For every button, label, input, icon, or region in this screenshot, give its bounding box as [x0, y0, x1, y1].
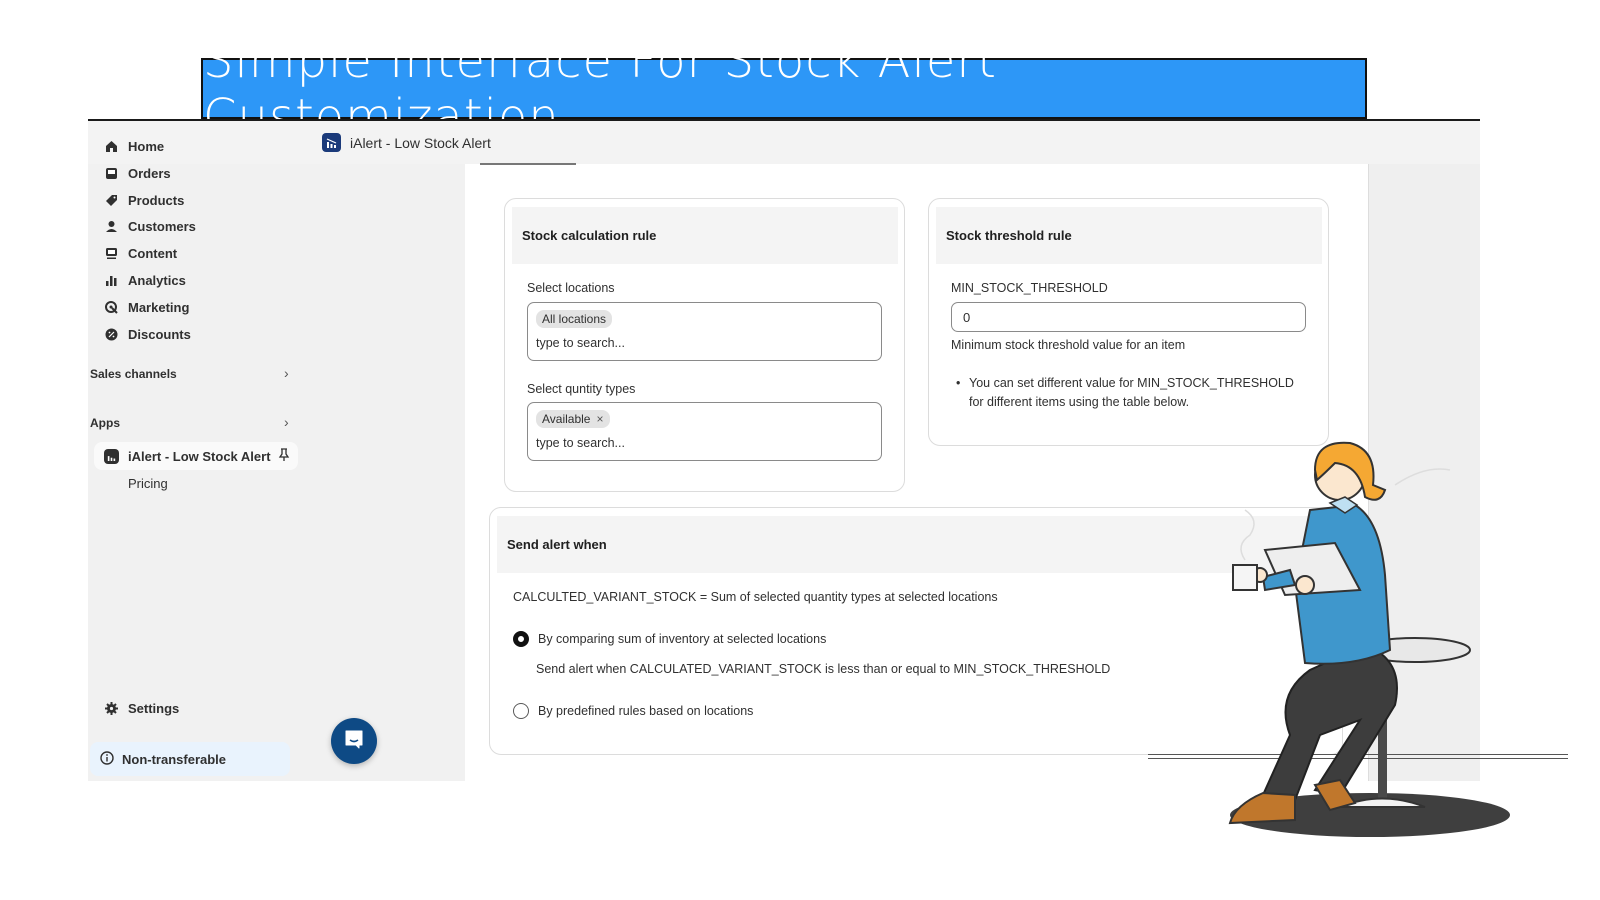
discount-icon: [104, 328, 118, 342]
sidebar-item-customers[interactable]: Customers: [104, 219, 196, 234]
non-transferable-label: Non-transferable: [122, 751, 227, 767]
sidebar-item-label: Home: [128, 139, 165, 154]
threshold-input[interactable]: 0: [951, 302, 1306, 332]
app-logo-icon: [104, 448, 119, 464]
sidebar-item-label: Discounts: [128, 327, 191, 342]
quantity-types-label: Select quntity types: [527, 382, 636, 396]
app-title[interactable]: iAlert - Low Stock Alert: [322, 133, 491, 152]
tag-icon: [104, 194, 118, 208]
sidebar-item-label: Orders: [128, 166, 171, 181]
person-illustration: [1228, 441, 1510, 837]
radio-checked[interactable]: [513, 631, 529, 647]
sidebar: Home Orders Products Customers Content A…: [88, 121, 312, 781]
sidebar-item-label: Products: [128, 193, 185, 208]
sidebar-item-content[interactable]: Content: [104, 246, 177, 261]
tab-indicator: [480, 163, 576, 165]
stock-threshold-card: Stock threshold rule MIN_STOCK_THRESHOLD…: [928, 198, 1329, 446]
app-logo-icon: [322, 133, 341, 152]
chat-icon: [343, 728, 365, 755]
radio-unchecked[interactable]: [513, 703, 529, 719]
quantity-types-select[interactable]: Available × type to search...: [527, 402, 882, 461]
sidebar-item-ialert[interactable]: iAlert - Low Stock Alert: [94, 442, 298, 470]
quantity-chip[interactable]: Available ×: [536, 410, 610, 428]
person-icon: [104, 220, 118, 234]
image-icon: [104, 247, 118, 261]
sales-channels-label[interactable]: Sales channels: [90, 367, 177, 381]
threshold-help-text: Minimum stock threshold value for an ite…: [951, 338, 1186, 352]
sidebar-item-settings[interactable]: Settings: [104, 701, 179, 716]
locations-select[interactable]: All locations type to search...: [527, 302, 882, 361]
info-icon: [100, 750, 114, 768]
option-label: By predefined rules based on locations: [538, 704, 754, 718]
sidebar-item-label: Analytics: [128, 273, 186, 288]
sidebar-item-discounts[interactable]: Discounts: [104, 327, 191, 342]
pants: [1261, 643, 1398, 802]
location-chip[interactable]: All locations: [536, 310, 613, 328]
sidebar-app-label: iAlert - Low Stock Alert: [128, 448, 271, 464]
stock-calculation-card: Stock calculation rule Select locations …: [504, 198, 905, 492]
steam: [1394, 468, 1451, 486]
chip-label: Available: [542, 412, 591, 426]
locations-search-input[interactable]: type to search...: [536, 336, 625, 350]
quantity-search-input[interactable]: type to search...: [536, 436, 625, 450]
sidebar-item-analytics[interactable]: Analytics: [104, 273, 186, 288]
pin-icon[interactable]: [278, 448, 290, 465]
sidebar-item-label: Settings: [128, 701, 180, 716]
sidebar-item-label: Marketing: [128, 300, 190, 315]
inbox-icon: [104, 167, 118, 181]
hand: [1295, 575, 1315, 595]
threshold-bullet: You can set different value for MIN_STOC…: [951, 374, 1311, 412]
page-banner: Simple Interface For Stock Alert Customi…: [201, 33, 1367, 145]
close-icon[interactable]: ×: [596, 412, 603, 426]
cup: [1232, 564, 1258, 591]
steam: [1240, 509, 1255, 561]
sidebar-item-marketing[interactable]: Marketing: [104, 300, 189, 315]
option-predefined-rules[interactable]: By predefined rules based on locations: [513, 703, 753, 719]
app-title-text: iAlert - Low Stock Alert: [350, 134, 491, 151]
chip-label: All locations: [542, 312, 607, 326]
sidebar-item-products[interactable]: Products: [104, 193, 184, 208]
bar-chart-icon: [104, 274, 118, 288]
non-transferable-badge[interactable]: Non-transferable: [90, 742, 290, 776]
card-title: Stock threshold rule: [936, 207, 1322, 264]
target-icon: [104, 301, 118, 315]
option-label: By comparing sum of inventory at selecte…: [538, 632, 827, 646]
sidebar-item-label: Content: [128, 246, 178, 261]
apps-label[interactable]: Apps: [90, 416, 120, 430]
chat-button[interactable]: [331, 718, 377, 764]
chevron-right-icon[interactable]: ›: [284, 414, 289, 430]
option-compare-sum[interactable]: By comparing sum of inventory at selecte…: [513, 631, 826, 647]
locations-label: Select locations: [527, 281, 615, 295]
threshold-label: MIN_STOCK_THRESHOLD: [951, 281, 1108, 295]
gear-icon: [104, 702, 118, 716]
option-description: Send alert when CALCULATED_VARIANT_STOCK…: [536, 662, 1111, 676]
sidebar-item-label: Customers: [128, 219, 196, 234]
card-title: Stock calculation rule: [512, 207, 898, 264]
home-icon: [104, 140, 118, 154]
chevron-right-icon[interactable]: ›: [284, 365, 289, 381]
shoe: [1228, 791, 1296, 825]
sidebar-item-home[interactable]: Home: [104, 139, 164, 154]
sidebar-item-pricing[interactable]: Pricing: [128, 476, 168, 491]
formula-text: CALCULTED_VARIANT_STOCK = Sum of selecte…: [513, 590, 998, 604]
sidebar-item-orders[interactable]: Orders: [104, 166, 171, 181]
